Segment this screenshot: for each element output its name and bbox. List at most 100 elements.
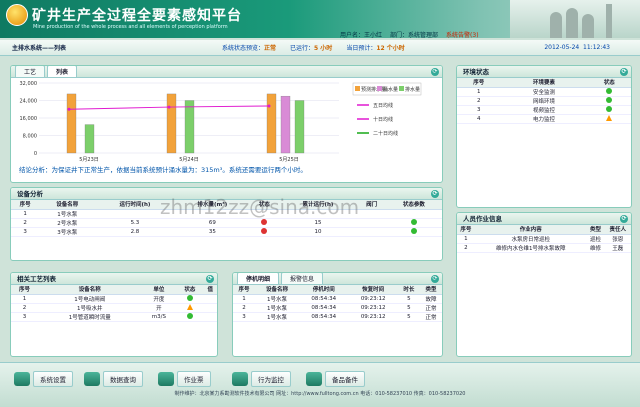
table-cell: 1 bbox=[457, 234, 475, 244]
footer-text: 制作维护：北京某力系勘测软件技术有限公司 网址：http://www.fullt… bbox=[174, 391, 466, 397]
column-header: 设备名称 bbox=[39, 200, 96, 210]
table-row[interactable]: 2 维修内水仓维1号排水泵故障 维修 王磊 bbox=[457, 243, 631, 253]
column-header: 责任人 bbox=[604, 225, 631, 235]
table-cell: 1 bbox=[457, 87, 501, 97]
table-cell: 网络环境 bbox=[500, 96, 588, 106]
table-row[interactable]: 3 视频监控 bbox=[457, 105, 631, 115]
table-cell bbox=[203, 294, 217, 304]
environment-panel: 环境状态 ⟳ 序号 环境要素 状态 1 安全监测 2 网络环境 3 视频监控 4 电力监控 bbox=[456, 65, 632, 208]
table-cell: 1 bbox=[11, 209, 40, 219]
table-cell: 08:54:34 bbox=[299, 303, 349, 313]
tab-alarm[interactable]: 报警信息 bbox=[281, 273, 324, 284]
legend-label: 排水量 bbox=[405, 86, 420, 93]
table-cell: 1 bbox=[11, 294, 39, 304]
status-ok-icon bbox=[186, 294, 193, 301]
status-ok-icon bbox=[186, 312, 193, 319]
table-cell: 3 bbox=[457, 105, 501, 115]
table-cell: 故障 bbox=[419, 294, 442, 304]
column-header: 状态 bbox=[587, 78, 631, 88]
column-header: 单位 bbox=[141, 285, 177, 295]
table-cell: 维修 bbox=[586, 243, 605, 253]
breadcrumb: 主排水系统——列表 bbox=[12, 45, 67, 52]
table-row[interactable]: 1 1号电动闸阀 开度 bbox=[11, 294, 217, 304]
table-cell bbox=[278, 209, 358, 219]
legend-label: 涌水量 bbox=[383, 86, 398, 93]
personnel-panel: 人员作业信息 ⟳ 序号 作业内容 类型 责任人 1 水泵房日常巡检 巡检 张恩 2 维修内水仓维1… bbox=[456, 212, 632, 357]
column-header: 时长 bbox=[397, 285, 420, 295]
status-error-icon bbox=[261, 227, 268, 234]
table-cell: 08:54:34 bbox=[299, 294, 349, 304]
status-warning-icon bbox=[186, 303, 193, 310]
status-ok-icon bbox=[606, 96, 613, 103]
refresh-icon[interactable]: ⟳ bbox=[431, 68, 439, 76]
shutdown-panel: 停机明细 报警信息 ⟳ 序号 设备名称 停机时间 恢复时间 时长 类型 1 1号水泵 08:5… bbox=[232, 272, 443, 357]
table-row[interactable]: 3 1号管道瞬时流量 m3/S bbox=[11, 312, 217, 322]
table-cell: 5 bbox=[397, 294, 420, 304]
refresh-icon[interactable]: ⟳ bbox=[206, 275, 214, 283]
nav-monitor-button[interactable]: 行为监控 bbox=[232, 371, 291, 387]
y-tick-label: 0 bbox=[34, 151, 37, 157]
nav-query-button[interactable]: 数据查询 bbox=[84, 371, 143, 387]
process-panel: 相关工艺列表 ⟳ 序号 设备名称 单位 状态值 1 1号电动闸阀 开度 2 1号吸水井开 3 1号管… bbox=[10, 272, 218, 357]
column-header: 恢复时间 bbox=[348, 285, 398, 295]
table-cell: 09:23:12 bbox=[348, 303, 398, 313]
column-header: 停机时间 bbox=[299, 285, 349, 295]
table-row[interactable]: 2 2号水泵 5.3 69 15 bbox=[11, 218, 442, 228]
water-chart: 32,00024,00016,0008,00005月23日 5月24日 5月25日预… bbox=[20, 81, 422, 163]
status-error-icon bbox=[261, 218, 268, 225]
column-header: 排水量(m³) bbox=[174, 200, 251, 210]
nav-ticket-button[interactable]: 作业票 bbox=[158, 371, 211, 387]
tab-list[interactable]: 列表 bbox=[47, 66, 78, 77]
table-row[interactable]: 2 网络环境 bbox=[457, 96, 631, 106]
user-bar: 用户名：王小红 部门：系统管理部 系统告警(3) bbox=[340, 30, 479, 39]
table-row[interactable]: 3 1号水泵 08:54:34 09:23:12 5 正常 bbox=[233, 312, 442, 322]
refresh-icon[interactable]: ⟳ bbox=[431, 275, 439, 283]
column-header: 序号 bbox=[11, 200, 40, 210]
table-cell bbox=[95, 209, 175, 219]
nav-spares-button[interactable]: 备品备件 bbox=[306, 371, 365, 387]
table-row[interactable]: 1 1号水泵 bbox=[11, 209, 442, 219]
table-cell bbox=[385, 209, 442, 219]
tab-shutdown[interactable]: 停机明细 bbox=[237, 273, 280, 284]
table-cell: 巡检 bbox=[586, 234, 605, 244]
bar-排水量 bbox=[84, 124, 95, 154]
monitor-icon bbox=[232, 372, 248, 386]
refresh-icon[interactable]: ⟳ bbox=[431, 190, 439, 198]
table-cell: 08:54:34 bbox=[299, 312, 349, 322]
status-ok-icon bbox=[410, 227, 417, 234]
table-row[interactable]: 2 1号吸水井开 bbox=[11, 303, 217, 313]
query-icon bbox=[84, 372, 100, 386]
column-header: 类型 bbox=[419, 285, 442, 295]
table-cell: 2.8 bbox=[95, 227, 175, 237]
column-header: 环境要素 bbox=[500, 78, 588, 88]
bar-预测排水量 bbox=[166, 93, 177, 154]
column-header: 状态 bbox=[250, 200, 279, 210]
table-row[interactable]: 3 3号水泵 2.8 35 10 bbox=[11, 227, 442, 237]
table-cell bbox=[203, 312, 217, 322]
table-cell: 1 bbox=[233, 294, 256, 304]
table-cell: 视频监控 bbox=[500, 105, 588, 115]
bar-涌水量 bbox=[280, 95, 291, 154]
table-cell bbox=[176, 303, 204, 313]
table-row[interactable]: 1 水泵房日常巡检 巡检 张恩 bbox=[457, 234, 631, 244]
table-row[interactable]: 2 1号水泵 08:54:34 09:23:12 5 正常 bbox=[233, 303, 442, 313]
status-ok-icon bbox=[606, 87, 613, 94]
table-row[interactable]: 4 电力监控 bbox=[457, 114, 631, 124]
personnel-table: 序号 作业内容 类型 责任人 1 水泵房日常巡检 巡检 张恩 2 维修内水仓维1号排水泵故障 维修… bbox=[457, 225, 631, 253]
table-row[interactable]: 1 1号水泵 08:54:34 09:23:12 5 故障 bbox=[233, 294, 442, 304]
table-row[interactable]: 1 安全监测 bbox=[457, 87, 631, 97]
tab-process[interactable]: 工艺 bbox=[15, 66, 46, 77]
nav-settings-button[interactable]: 系统设置 bbox=[14, 371, 73, 387]
user-dept: 部门：系统管理部 bbox=[390, 32, 439, 39]
column-header: 类型 bbox=[586, 225, 605, 235]
line-point bbox=[167, 105, 171, 109]
legend-swatch bbox=[355, 86, 360, 91]
system-alert-link[interactable]: 系统告警(3) bbox=[446, 30, 479, 39]
column-header: 序号 bbox=[233, 285, 256, 295]
bar-预测排水量 bbox=[66, 93, 77, 154]
app-header: 矿井生产全过程全要素感知平台 Mine production of the wh… bbox=[0, 0, 640, 39]
table-cell bbox=[250, 209, 279, 219]
bar-排水量 bbox=[294, 100, 305, 154]
refresh-icon[interactable]: ⟳ bbox=[620, 215, 628, 223]
refresh-icon[interactable]: ⟳ bbox=[620, 68, 628, 76]
